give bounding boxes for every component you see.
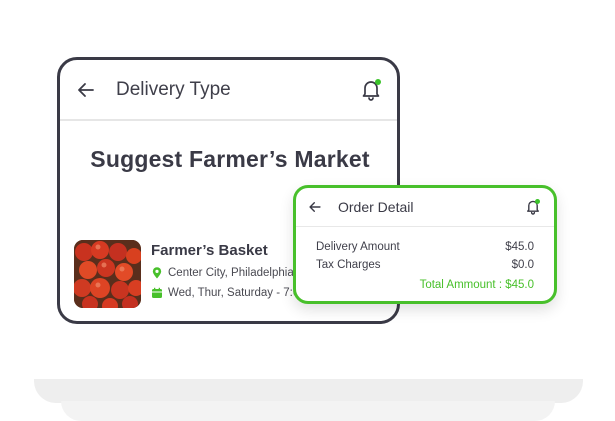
order-line-tax: Tax Charges $0.0 (316, 259, 534, 271)
market-info: Farmer’s Basket Center City, Philadelphi… (151, 240, 306, 308)
market-location: Center City, Philadelphia (168, 267, 294, 279)
calendar-icon (152, 287, 162, 298)
market-name: Farmer’s Basket (151, 242, 268, 259)
notifications-button[interactable] (526, 199, 540, 215)
order-line-value: $45.0 (505, 241, 534, 253)
order-line-delivery: Delivery Amount $45.0 (316, 241, 534, 253)
order-line-value: $0.0 (511, 259, 534, 271)
stage: Delivery Type Suggest Farmer’s Market Fa… (0, 0, 615, 421)
device-shadow (34, 379, 583, 403)
order-line-label: Tax Charges (316, 259, 381, 271)
order-summary: Delivery Amount $45.0 Tax Charges $0.0 T… (296, 227, 554, 291)
back-arrow-icon[interactable] (308, 200, 322, 214)
order-line-label: Delivery Amount (316, 241, 400, 253)
delivery-type-header: Delivery Type (60, 60, 397, 121)
back-arrow-icon[interactable] (76, 80, 96, 100)
notification-dot (535, 199, 540, 204)
headline: Suggest Farmer’s Market (90, 146, 370, 172)
market-schedule: Wed, Thur, Saturday - 7:00 (168, 287, 306, 299)
order-total: Total Ammount : $45.0 (419, 279, 534, 291)
order-detail-screen: Order Detail Delivery Amount $45.0 Tax C… (293, 185, 557, 304)
market-schedule-row: Wed, Thur, Saturday - 7:00 (151, 287, 306, 299)
device-shadow-secondary (61, 401, 555, 421)
tomatoes-image (74, 240, 141, 308)
order-detail-header: Order Detail (296, 188, 554, 227)
page-title: Delivery Type (116, 78, 231, 100)
map-pin-icon (152, 267, 162, 279)
market-location-row: Center City, Philadelphia (151, 267, 306, 279)
market-card[interactable]: Farmer’s Basket Center City, Philadelphi… (74, 240, 306, 308)
order-detail-title: Order Detail (338, 199, 414, 215)
notification-dot (375, 78, 381, 85)
notifications-button[interactable] (361, 78, 381, 101)
market-thumbnail (74, 240, 141, 308)
